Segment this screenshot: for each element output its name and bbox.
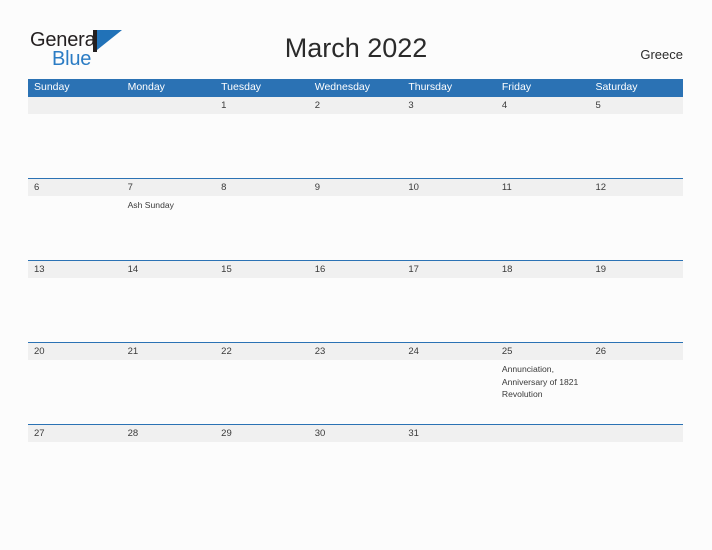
day-number[interactable]: 18 xyxy=(496,261,590,278)
day-number[interactable]: 6 xyxy=(28,179,122,196)
weekday-header-friday: Friday xyxy=(501,81,532,93)
day-cell[interactable] xyxy=(215,442,309,445)
day-cell[interactable] xyxy=(309,114,403,178)
day-cell[interactable] xyxy=(589,114,683,178)
weekday-header-saturday: Saturday xyxy=(595,81,638,93)
day-cell[interactable] xyxy=(28,442,122,445)
calendar-page: General Blue March 2022 Greece Sunday Mo… xyxy=(0,0,712,550)
calendar-week-row: 13 14 15 16 17 18 19 xyxy=(28,260,683,342)
day-cell[interactable] xyxy=(215,278,309,342)
day-cell[interactable] xyxy=(402,114,496,178)
day-cell[interactable] xyxy=(496,196,590,260)
day-number[interactable]: 20 xyxy=(28,343,122,360)
day-number[interactable]: 22 xyxy=(215,343,309,360)
week-event-band: Annunciation, Anniversary of 1821 Revolu… xyxy=(28,360,683,424)
day-cell[interactable] xyxy=(402,360,496,424)
day-number[interactable] xyxy=(122,97,216,114)
page-header: General Blue March 2022 Greece xyxy=(0,0,712,78)
day-cell[interactable] xyxy=(122,278,216,342)
day-number[interactable]: 27 xyxy=(28,425,122,442)
day-number[interactable]: 14 xyxy=(122,261,216,278)
day-number[interactable]: 1 xyxy=(215,97,309,114)
day-number[interactable]: 23 xyxy=(309,343,403,360)
day-cell[interactable] xyxy=(309,196,403,260)
day-cell[interactable]: Annunciation, Anniversary of 1821 Revolu… xyxy=(496,360,590,424)
calendar-week-row: 6 7 8 9 10 11 12 Ash Sunday xyxy=(28,178,683,260)
day-number[interactable]: 17 xyxy=(402,261,496,278)
weekday-header-wednesday: Wednesday xyxy=(314,81,370,93)
day-number[interactable]: 16 xyxy=(309,261,403,278)
day-number[interactable]: 11 xyxy=(496,179,590,196)
day-cell[interactable] xyxy=(589,196,683,260)
day-cell[interactable] xyxy=(589,278,683,342)
day-number[interactable]: 7 xyxy=(122,179,216,196)
day-number[interactable] xyxy=(496,425,590,442)
day-number[interactable]: 5 xyxy=(589,97,683,114)
day-number[interactable]: 28 xyxy=(122,425,216,442)
day-number[interactable]: 4 xyxy=(496,97,590,114)
weekday-header-tuesday: Tuesday xyxy=(221,81,262,93)
calendar-week-row: 27 28 29 30 31 xyxy=(28,424,683,442)
day-cell[interactable] xyxy=(309,442,403,445)
day-number[interactable]: 15 xyxy=(215,261,309,278)
day-number[interactable]: 25 xyxy=(496,343,590,360)
day-cell[interactable] xyxy=(215,196,309,260)
calendar-grid: Sunday Monday Tuesday Wednesday Thursday… xyxy=(28,79,683,442)
day-number[interactable] xyxy=(589,425,683,442)
day-number[interactable]: 29 xyxy=(215,425,309,442)
day-number[interactable]: 2 xyxy=(309,97,403,114)
day-cell[interactable] xyxy=(309,360,403,424)
day-cell[interactable]: Ash Sunday xyxy=(122,196,216,260)
day-cell[interactable] xyxy=(28,360,122,424)
day-cell[interactable] xyxy=(589,360,683,424)
weekday-header-sunday: Sunday xyxy=(34,81,70,93)
day-cell[interactable] xyxy=(122,442,216,445)
day-number[interactable]: 21 xyxy=(122,343,216,360)
weekday-header-thursday: Thursday xyxy=(408,81,453,93)
weekday-header-row: Sunday Monday Tuesday Wednesday Thursday… xyxy=(28,79,683,96)
day-cell[interactable] xyxy=(496,442,590,445)
week-date-band: 13 14 15 16 17 18 19 xyxy=(28,260,683,278)
week-event-band: Ash Sunday xyxy=(28,196,683,260)
week-date-band: 20 21 22 23 24 25 26 xyxy=(28,342,683,360)
country-label: Greece xyxy=(640,47,683,62)
day-number[interactable]: 3 xyxy=(402,97,496,114)
week-event-band xyxy=(28,278,683,342)
calendar-week-row: 1 2 3 4 5 xyxy=(28,96,683,178)
day-number[interactable]: 9 xyxy=(309,179,403,196)
page-title: March 2022 xyxy=(284,33,428,63)
day-number[interactable]: 19 xyxy=(589,261,683,278)
day-cell[interactable] xyxy=(402,278,496,342)
day-number[interactable]: 10 xyxy=(402,179,496,196)
week-date-band: 6 7 8 9 10 11 12 xyxy=(28,178,683,196)
week-date-band: 1 2 3 4 5 xyxy=(28,96,683,114)
day-cell[interactable] xyxy=(28,114,122,178)
day-number[interactable]: 8 xyxy=(215,179,309,196)
day-number[interactable]: 12 xyxy=(589,179,683,196)
week-event-band xyxy=(28,114,683,178)
day-cell[interactable] xyxy=(122,360,216,424)
day-cell[interactable] xyxy=(402,442,496,445)
day-cell[interactable] xyxy=(496,114,590,178)
calendar-week-row: 20 21 22 23 24 25 26 Annunciation, Anniv… xyxy=(28,342,683,424)
day-event: Annunciation, Anniversary of 1821 Revolu… xyxy=(501,364,579,400)
day-event: Ash Sunday xyxy=(127,200,174,210)
day-number[interactable]: 24 xyxy=(402,343,496,360)
day-cell[interactable] xyxy=(122,114,216,178)
day-number[interactable]: 13 xyxy=(28,261,122,278)
week-date-band: 27 28 29 30 31 xyxy=(28,424,683,442)
day-cell[interactable] xyxy=(496,278,590,342)
weekday-header-monday: Monday xyxy=(127,81,165,93)
day-cell[interactable] xyxy=(215,114,309,178)
day-cell[interactable] xyxy=(215,360,309,424)
day-cell[interactable] xyxy=(28,196,122,260)
day-cell[interactable] xyxy=(589,442,683,445)
day-cell[interactable] xyxy=(402,196,496,260)
day-number[interactable]: 26 xyxy=(589,343,683,360)
day-cell[interactable] xyxy=(28,278,122,342)
day-cell[interactable] xyxy=(309,278,403,342)
day-number[interactable] xyxy=(28,97,122,114)
day-number[interactable]: 30 xyxy=(309,425,403,442)
day-number[interactable]: 31 xyxy=(402,425,496,442)
